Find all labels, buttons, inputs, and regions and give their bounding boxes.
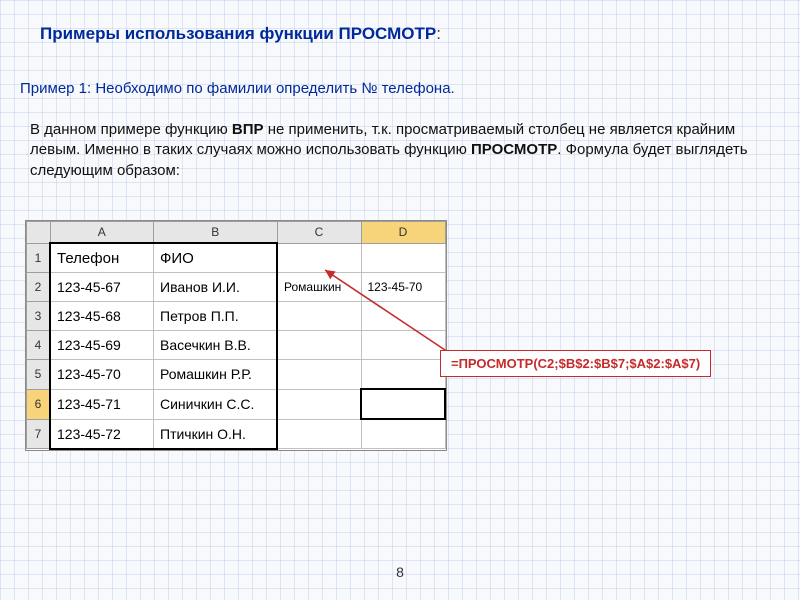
cell-d4 <box>361 331 445 360</box>
example-subheading: Пример 1: Необходимо по фамилии определи… <box>20 80 770 97</box>
sheet-corner <box>27 222 51 244</box>
row-header-3: 3 <box>27 302 51 331</box>
col-header-d: D <box>361 222 445 244</box>
cell-d3 <box>361 302 445 331</box>
cell-d6-selected <box>361 389 445 419</box>
row-header-6: 6 <box>27 389 51 419</box>
para-bold-vpr: ВПР <box>232 121 264 138</box>
cell-c1 <box>277 243 361 273</box>
explanation-paragraph: В данном примере функцию ВПР не применит… <box>30 120 770 181</box>
table-row: 7 123-45-72 Птичкин О.Н. <box>27 419 446 449</box>
cell-c3 <box>277 302 361 331</box>
row-header-5: 5 <box>27 360 51 390</box>
cell-a7: 123-45-72 <box>50 419 154 449</box>
table-row: 4 123-45-69 Васечкин В.В. <box>27 331 446 360</box>
para-seg1: В данном примере функцию <box>30 121 232 138</box>
cell-a1: Телефон <box>50 243 154 273</box>
cell-a3: 123-45-68 <box>50 302 154 331</box>
cell-d2: 123-45-70 <box>361 273 445 302</box>
row-header-7: 7 <box>27 419 51 449</box>
cell-b6: Синичкин С.С. <box>154 389 278 419</box>
cell-c5 <box>277 360 361 390</box>
cell-b7: Птичкин О.Н. <box>154 419 278 449</box>
cell-c6 <box>277 389 361 419</box>
cell-b2: Иванов И.И. <box>154 273 278 302</box>
cell-c4 <box>277 331 361 360</box>
cell-c2: Ромашкин <box>277 273 361 302</box>
cell-b3: Петров П.П. <box>154 302 278 331</box>
table-row: 1 Телефон ФИО <box>27 243 446 273</box>
cell-d5 <box>361 360 445 390</box>
table-row: 2 123-45-67 Иванов И.И. Ромашкин 123-45-… <box>27 273 446 302</box>
page-number: 8 <box>0 564 800 580</box>
formula-callout: =ПРОСМОТР(C2;$B$2:$B$7;$A$2:$A$7) <box>440 350 711 377</box>
cell-d1 <box>361 243 445 273</box>
row-header-4: 4 <box>27 331 51 360</box>
cell-b5: Ромашкин Р.Р. <box>154 360 278 390</box>
cell-a2: 123-45-67 <box>50 273 154 302</box>
spreadsheet: A B C D 1 Телефон ФИО 2 123-45-67 Иванов… <box>25 220 447 451</box>
table-row: 6 123-45-71 Синичкин С.С. <box>27 389 446 419</box>
col-header-b: B <box>154 222 278 244</box>
heading-colon: : <box>436 24 441 43</box>
cell-a5: 123-45-70 <box>50 360 154 390</box>
table-row: 3 123-45-68 Петров П.П. <box>27 302 446 331</box>
table-row: 5 123-45-70 Ромашкин Р.Р. <box>27 360 446 390</box>
row-header-1: 1 <box>27 243 51 273</box>
col-header-a: A <box>50 222 154 244</box>
row-header-2: 2 <box>27 273 51 302</box>
para-bold-prosmotr: ПРОСМОТР <box>471 141 557 158</box>
heading-text: Примеры использования функции ПРОСМОТР <box>40 24 436 43</box>
cell-b4: Васечкин В.В. <box>154 331 278 360</box>
cell-a4: 123-45-69 <box>50 331 154 360</box>
cell-b1: ФИО <box>154 243 278 273</box>
cell-c7 <box>277 419 361 449</box>
col-header-c: C <box>277 222 361 244</box>
cell-d7 <box>361 419 445 449</box>
slide-heading: Примеры использования функции ПРОСМОТР: <box>40 24 770 44</box>
cell-a6: 123-45-71 <box>50 389 154 419</box>
